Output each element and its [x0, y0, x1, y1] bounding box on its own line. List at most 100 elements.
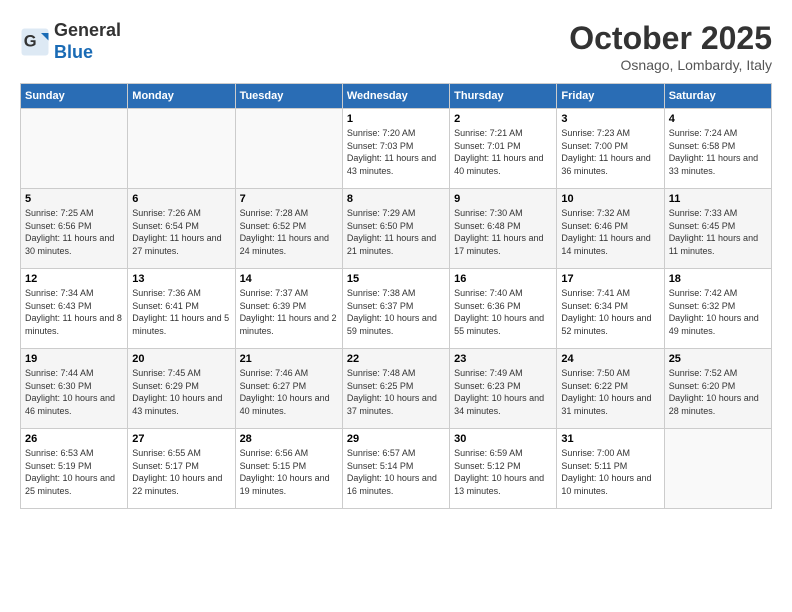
calendar-week-row: 12Sunrise: 7:34 AM Sunset: 6:43 PM Dayli…: [21, 269, 772, 349]
calendar-cell: 9 Sunrise: 7:30 AM Sunset: 6:48 PM Daylig…: [450, 189, 557, 269]
calendar-cell: [664, 429, 771, 509]
day-number: 28: [240, 433, 338, 445]
calendar-cell: 2 Sunrise: 7:21 AM Sunset: 7:01 PM Daylig…: [450, 109, 557, 189]
calendar-cell: 3 Sunrise: 7:23 AM Sunset: 7:00 PM Daylig…: [557, 109, 664, 189]
day-number: 7: [240, 193, 338, 205]
calendar-cell: 29 Sunrise: 6:57 AM Sunset: 5:14 PM Dayli…: [342, 429, 449, 509]
logo-blue-text: Blue: [54, 42, 93, 62]
day-header-monday: Monday: [128, 84, 235, 109]
day-info: Sunrise: 7:30 AM Sunset: 6:48 PM Dayligh…: [454, 207, 552, 257]
day-number: 31: [561, 433, 659, 445]
calendar-cell: 13 Sunrise: 7:36 AM Sunset: 6:41 PM Dayli…: [128, 269, 235, 349]
day-number: 25: [669, 353, 767, 365]
day-header-sunday: Sunday: [21, 84, 128, 109]
day-number: 14: [240, 273, 338, 285]
day-number: 27: [132, 433, 230, 445]
day-number: 10: [561, 193, 659, 205]
day-info: Sunrise: 7:29 AM Sunset: 6:50 PM Dayligh…: [347, 207, 445, 257]
day-info: Sunrise: 7:33 AM Sunset: 6:45 PM Dayligh…: [669, 207, 767, 257]
day-info: Sunrise: 7:21 AM Sunset: 7:01 PM Dayligh…: [454, 127, 552, 177]
day-info: Sunrise: 7:42 AM Sunset: 6:32 PM Dayligh…: [669, 287, 767, 337]
calendar-cell: 27 Sunrise: 6:55 AM Sunset: 5:17 PM Dayli…: [128, 429, 235, 509]
day-number: 1: [347, 113, 445, 125]
day-info: Sunrise: 6:55 AM Sunset: 5:17 PM Dayligh…: [132, 447, 230, 497]
day-info: Sunrise: 7:50 AM Sunset: 6:22 PM Dayligh…: [561, 367, 659, 417]
day-header-friday: Friday: [557, 84, 664, 109]
day-info: Sunrise: 6:56 AM Sunset: 5:15 PM Dayligh…: [240, 447, 338, 497]
day-info: Sunrise: 7:25 AM Sunset: 6:56 PM Dayligh…: [25, 207, 123, 257]
calendar-cell: 16 Sunrise: 7:40 AM Sunset: 6:36 PM Dayli…: [450, 269, 557, 349]
day-number: 4: [669, 113, 767, 125]
day-number: 9: [454, 193, 552, 205]
calendar-cell: 26 Sunrise: 6:53 AM Sunset: 5:19 PM Dayli…: [21, 429, 128, 509]
day-number: 24: [561, 353, 659, 365]
day-info: Sunrise: 7:23 AM Sunset: 7:00 PM Dayligh…: [561, 127, 659, 177]
calendar-cell: 11 Sunrise: 7:33 AM Sunset: 6:45 PM Dayli…: [664, 189, 771, 269]
day-number: 13: [132, 273, 230, 285]
calendar-cell: [128, 109, 235, 189]
day-number: 30: [454, 433, 552, 445]
svg-text:G: G: [24, 32, 37, 50]
calendar-cell: [21, 109, 128, 189]
day-info: Sunrise: 7:24 AM Sunset: 6:58 PM Dayligh…: [669, 127, 767, 177]
day-info: Sunrise: 7:28 AM Sunset: 6:52 PM Dayligh…: [240, 207, 338, 257]
day-number: 29: [347, 433, 445, 445]
calendar-cell: 15Sunrise: 7:38 AM Sunset: 6:37 PM Dayli…: [342, 269, 449, 349]
day-number: 16: [454, 273, 552, 285]
day-info: Sunrise: 7:49 AM Sunset: 6:23 PM Dayligh…: [454, 367, 552, 417]
day-number: 22: [347, 353, 445, 365]
calendar-week-row: 26 Sunrise: 6:53 AM Sunset: 5:19 PM Dayli…: [21, 429, 772, 509]
calendar-cell: 20 Sunrise: 7:45 AM Sunset: 6:29 PM Dayli…: [128, 349, 235, 429]
logo: G General Blue: [20, 20, 121, 63]
logo-icon: G: [20, 27, 50, 57]
calendar-week-row: 19Sunrise: 7:44 AM Sunset: 6:30 PM Dayli…: [21, 349, 772, 429]
day-info: Sunrise: 7:20 AM Sunset: 7:03 PM Dayligh…: [347, 127, 445, 177]
calendar-cell: 18 Sunrise: 7:42 AM Sunset: 6:32 PM Dayli…: [664, 269, 771, 349]
day-info: Sunrise: 7:00 AM Sunset: 5:11 PM Dayligh…: [561, 447, 659, 497]
calendar-cell: 10 Sunrise: 7:32 AM Sunset: 6:46 PM Dayli…: [557, 189, 664, 269]
month-title: October 2025: [569, 20, 772, 57]
day-info: Sunrise: 7:36 AM Sunset: 6:41 PM Dayligh…: [132, 287, 230, 337]
day-info: Sunrise: 7:44 AM Sunset: 6:30 PM Dayligh…: [25, 367, 123, 417]
location: Osnago, Lombardy, Italy: [569, 57, 772, 73]
calendar-week-row: 5 Sunrise: 7:25 AM Sunset: 6:56 PM Daylig…: [21, 189, 772, 269]
day-header-tuesday: Tuesday: [235, 84, 342, 109]
day-number: 23: [454, 353, 552, 365]
day-number: 20: [132, 353, 230, 365]
calendar-cell: 17 Sunrise: 7:41 AM Sunset: 6:34 PM Dayli…: [557, 269, 664, 349]
day-number: 5: [25, 193, 123, 205]
calendar-cell: 14 Sunrise: 7:37 AM Sunset: 6:39 PM Dayli…: [235, 269, 342, 349]
calendar-cell: 28 Sunrise: 6:56 AM Sunset: 5:15 PM Dayli…: [235, 429, 342, 509]
day-number: 11: [669, 193, 767, 205]
calendar-cell: 6Sunrise: 7:26 AM Sunset: 6:54 PM Daylig…: [128, 189, 235, 269]
day-info: Sunrise: 7:41 AM Sunset: 6:34 PM Dayligh…: [561, 287, 659, 337]
calendar-cell: 22Sunrise: 7:48 AM Sunset: 6:25 PM Dayli…: [342, 349, 449, 429]
calendar-cell: 24 Sunrise: 7:50 AM Sunset: 6:22 PM Dayli…: [557, 349, 664, 429]
calendar-cell: [235, 109, 342, 189]
calendar-cell: 5 Sunrise: 7:25 AM Sunset: 6:56 PM Daylig…: [21, 189, 128, 269]
day-number: 8: [347, 193, 445, 205]
calendar-week-row: 1 Sunrise: 7:20 AM Sunset: 7:03 PM Daylig…: [21, 109, 772, 189]
day-header-wednesday: Wednesday: [342, 84, 449, 109]
day-info: Sunrise: 7:40 AM Sunset: 6:36 PM Dayligh…: [454, 287, 552, 337]
day-info: Sunrise: 6:57 AM Sunset: 5:14 PM Dayligh…: [347, 447, 445, 497]
day-number: 21: [240, 353, 338, 365]
calendar-cell: 8 Sunrise: 7:29 AM Sunset: 6:50 PM Daylig…: [342, 189, 449, 269]
day-info: Sunrise: 6:53 AM Sunset: 5:19 PM Dayligh…: [25, 447, 123, 497]
calendar-cell: 12Sunrise: 7:34 AM Sunset: 6:43 PM Dayli…: [21, 269, 128, 349]
day-number: 2: [454, 113, 552, 125]
calendar-cell: 1 Sunrise: 7:20 AM Sunset: 7:03 PM Daylig…: [342, 109, 449, 189]
day-number: 18: [669, 273, 767, 285]
calendar-cell: 21Sunrise: 7:46 AM Sunset: 6:27 PM Dayli…: [235, 349, 342, 429]
day-number: 26: [25, 433, 123, 445]
day-info: Sunrise: 7:32 AM Sunset: 6:46 PM Dayligh…: [561, 207, 659, 257]
title-block: October 2025 Osnago, Lombardy, Italy: [569, 20, 772, 73]
day-info: Sunrise: 7:37 AM Sunset: 6:39 PM Dayligh…: [240, 287, 338, 337]
day-number: 17: [561, 273, 659, 285]
calendar-cell: 23 Sunrise: 7:49 AM Sunset: 6:23 PM Dayli…: [450, 349, 557, 429]
day-number: 3: [561, 113, 659, 125]
day-info: Sunrise: 6:59 AM Sunset: 5:12 PM Dayligh…: [454, 447, 552, 497]
day-info: Sunrise: 7:45 AM Sunset: 6:29 PM Dayligh…: [132, 367, 230, 417]
day-number: 15: [347, 273, 445, 285]
day-header-saturday: Saturday: [664, 84, 771, 109]
